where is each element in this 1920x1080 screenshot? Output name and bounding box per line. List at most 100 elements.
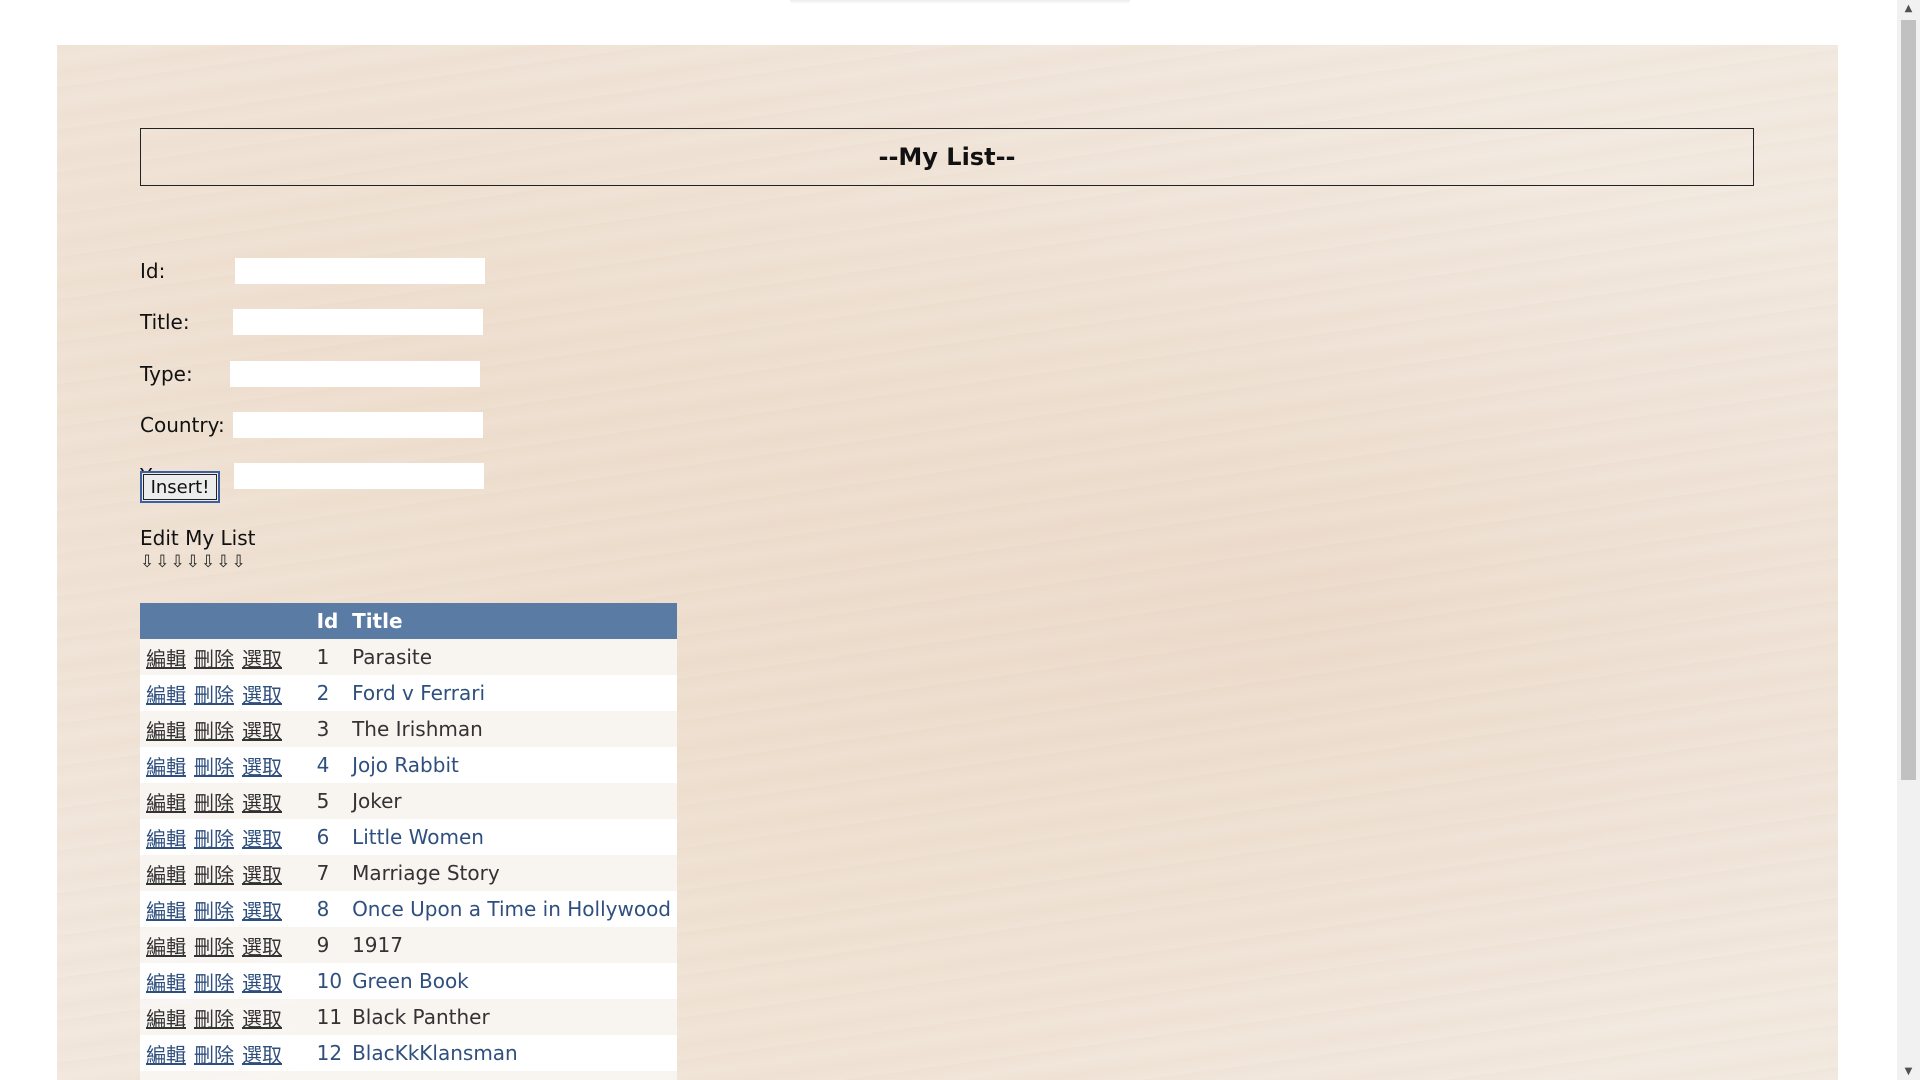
down-arrows-icon: ⇩⇩⇩⇩⇩⇩⇩ bbox=[140, 552, 247, 572]
table-row: 編輯 刪除 選取 8 Once Upon a Time in Hollywood bbox=[140, 891, 677, 927]
edit-link[interactable]: 編輯 bbox=[146, 755, 186, 779]
delete-link[interactable]: 刪除 bbox=[194, 863, 234, 887]
row-title: Parasite bbox=[346, 639, 677, 675]
select-link[interactable]: 選取 bbox=[242, 647, 282, 671]
delete-link[interactable]: 刪除 bbox=[194, 971, 234, 995]
row-title bbox=[346, 1071, 677, 1080]
row-id: 3 bbox=[312, 711, 347, 747]
row-title: Ford v Ferrari bbox=[346, 675, 677, 711]
row-actions: 編輯刪除選取 bbox=[140, 639, 313, 675]
select-link[interactable]: 選取 bbox=[242, 719, 282, 743]
title-label: Title: bbox=[140, 310, 190, 334]
row-actions: 編輯刪除選取 bbox=[140, 783, 313, 819]
row-id: 4 bbox=[312, 747, 347, 783]
select-link[interactable]: 選取 bbox=[242, 863, 282, 887]
row-actions: 編輯刪除選取 bbox=[140, 891, 313, 927]
row-title: Joker bbox=[346, 783, 677, 819]
page-viewport: --My List-- Id: Title: Type: Country: Ye… bbox=[0, 0, 1897, 1080]
edit-link[interactable]: 編輯 bbox=[146, 971, 186, 995]
delete-link[interactable]: 刪除 bbox=[194, 899, 234, 923]
scrollbar-thumb[interactable] bbox=[1901, 20, 1916, 780]
scroll-up-arrow-icon[interactable]: ▲ bbox=[1897, 0, 1920, 17]
row-title: Little Women bbox=[346, 819, 677, 855]
delete-link[interactable]: 刪除 bbox=[194, 1043, 234, 1067]
row-title: Once Upon a Time in Hollywood bbox=[346, 891, 677, 927]
row-id: 11 bbox=[312, 999, 347, 1035]
table-row: 編輯 刪除 選取 1 Parasite bbox=[140, 639, 677, 675]
table-row: 編輯 刪除 選取 10 Green Book bbox=[140, 963, 677, 999]
edit-link[interactable]: 編輯 bbox=[146, 863, 186, 887]
content-panel: --My List-- Id: Title: Type: Country: Ye… bbox=[57, 45, 1838, 1080]
select-link[interactable]: 選取 bbox=[242, 935, 282, 959]
id-input[interactable] bbox=[235, 258, 485, 284]
edit-link[interactable]: 編輯 bbox=[146, 719, 186, 743]
edit-link[interactable]: 編輯 bbox=[146, 1043, 186, 1067]
row-actions: 編輯刪除選取 bbox=[140, 999, 313, 1035]
row-id: 12 bbox=[312, 1035, 347, 1071]
select-link[interactable]: 選取 bbox=[242, 899, 282, 923]
edit-link[interactable]: 編輯 bbox=[146, 899, 186, 923]
row-actions: 編輯刪除選取 bbox=[140, 963, 313, 999]
page-title: --My List-- bbox=[140, 128, 1754, 186]
delete-link[interactable]: 刪除 bbox=[194, 647, 234, 671]
select-link[interactable]: 選取 bbox=[242, 1007, 282, 1031]
edit-list-heading: Edit My List bbox=[140, 526, 256, 550]
scroll-down-arrow-icon[interactable]: ▼ bbox=[1897, 1063, 1920, 1080]
delete-link[interactable]: 刪除 bbox=[194, 719, 234, 743]
column-header-id: Id bbox=[312, 603, 347, 639]
row-id: 13 bbox=[312, 1071, 347, 1080]
edit-link[interactable]: 編輯 bbox=[146, 1007, 186, 1031]
delete-link[interactable]: 刪除 bbox=[194, 1007, 234, 1031]
delete-link[interactable]: 刪除 bbox=[194, 683, 234, 707]
row-actions: 編輯刪除選取 bbox=[140, 927, 313, 963]
row-actions: 編輯刪除選取 bbox=[140, 855, 313, 891]
title-input[interactable] bbox=[233, 309, 483, 335]
top-shadow bbox=[790, 0, 1130, 4]
country-label: Country: bbox=[140, 413, 225, 437]
edit-link[interactable]: 編輯 bbox=[146, 647, 186, 671]
select-link[interactable]: 選取 bbox=[242, 755, 282, 779]
row-id: 8 bbox=[312, 891, 347, 927]
edit-link[interactable]: 編輯 bbox=[146, 791, 186, 815]
insert-button[interactable]: Insert! bbox=[140, 471, 220, 503]
country-input[interactable] bbox=[233, 412, 483, 438]
row-title: 1917 bbox=[346, 927, 677, 963]
table-row: 編輯 刪除 選取 9 1917 bbox=[140, 927, 677, 963]
edit-link[interactable]: 編輯 bbox=[146, 935, 186, 959]
row-actions: 編輯刪除選取 bbox=[140, 819, 313, 855]
delete-link[interactable]: 刪除 bbox=[194, 827, 234, 851]
year-input[interactable] bbox=[234, 463, 484, 489]
row-actions: 編輯刪除選取 bbox=[140, 1071, 313, 1080]
table-row: 編輯 刪除 選取 12 BlacKkKlansman bbox=[140, 1035, 677, 1071]
delete-link[interactable]: 刪除 bbox=[194, 935, 234, 959]
select-link[interactable]: 選取 bbox=[242, 827, 282, 851]
row-id: 9 bbox=[312, 927, 347, 963]
delete-link[interactable]: 刪除 bbox=[194, 755, 234, 779]
table-row: 編輯 刪除 選取 6 Little Women bbox=[140, 819, 677, 855]
type-input[interactable] bbox=[230, 361, 480, 387]
row-id: 1 bbox=[312, 639, 347, 675]
edit-link[interactable]: 編輯 bbox=[146, 683, 186, 707]
select-link[interactable]: 選取 bbox=[242, 791, 282, 815]
select-link[interactable]: 選取 bbox=[242, 683, 282, 707]
column-header-actions bbox=[140, 603, 313, 639]
row-title: Marriage Story bbox=[346, 855, 677, 891]
id-label: Id: bbox=[140, 259, 166, 283]
table-row: 編輯 刪除 選取 5 Joker bbox=[140, 783, 677, 819]
delete-link[interactable]: 刪除 bbox=[194, 791, 234, 815]
row-title: Green Book bbox=[346, 963, 677, 999]
row-title: Jojo Rabbit bbox=[346, 747, 677, 783]
column-header-title: Title bbox=[346, 603, 677, 639]
row-actions: 編輯刪除選取 bbox=[140, 675, 313, 711]
row-id: 5 bbox=[312, 783, 347, 819]
select-link[interactable]: 選取 bbox=[242, 1043, 282, 1067]
row-id: 6 bbox=[312, 819, 347, 855]
edit-link[interactable]: 編輯 bbox=[146, 827, 186, 851]
table-row: 編輯刪除選取13 bbox=[140, 1071, 677, 1080]
select-link[interactable]: 選取 bbox=[242, 971, 282, 995]
row-title: The Irishman bbox=[346, 711, 677, 747]
type-label: Type: bbox=[140, 362, 193, 386]
table-header-row: Id Title bbox=[140, 603, 677, 639]
vertical-scrollbar[interactable]: ▲ ▼ bbox=[1897, 0, 1920, 1080]
table-body: 編輯 刪除 選取 1 Parasite 編輯 刪除 選取 2 Ford v Ferrari 編輯 刪除… bbox=[140, 639, 677, 1080]
